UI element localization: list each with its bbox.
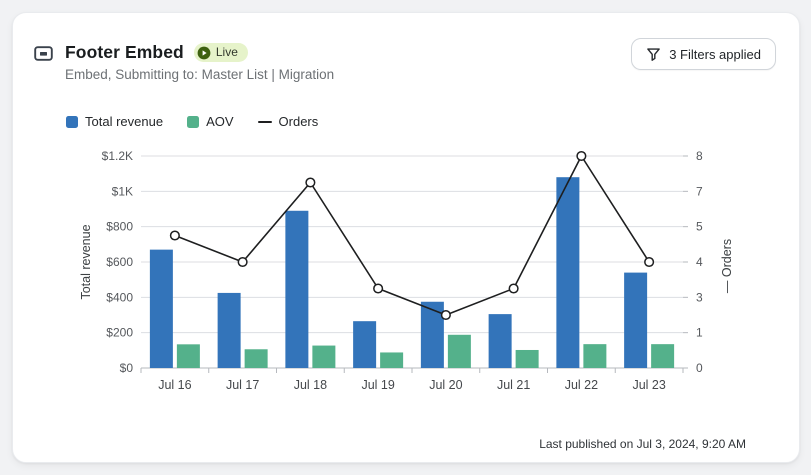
- right-axis-title: — Orders: [720, 239, 734, 293]
- revenue-bar[interactable]: [556, 177, 579, 368]
- combo-chart-svg: $0 0 $200 1 $400 3 $600 4 $800 5 $1K 7 $1.2K 8 Jul 16 J…: [76, 143, 746, 405]
- x-axis-label: Jul 22: [565, 378, 598, 392]
- orders-point[interactable]: [509, 284, 518, 293]
- filters-applied-button[interactable]: 3 Filters applied: [631, 38, 776, 70]
- legend-swatch: [66, 116, 78, 128]
- aov-bar[interactable]: [177, 344, 200, 368]
- page-background: { "header": { "icon": "footer-embed-icon…: [0, 0, 811, 475]
- left-axis-tick-label: $1.2K: [102, 149, 133, 163]
- aov-bar[interactable]: [651, 344, 674, 368]
- legend-item-orders[interactable]: Orders: [258, 114, 319, 129]
- aov-bar[interactable]: [312, 346, 335, 368]
- orders-point[interactable]: [238, 258, 247, 267]
- right-axis-tick-label: 1: [696, 326, 703, 340]
- x-axis-label: Jul 21: [497, 378, 530, 392]
- left-axis-tick-label: $600: [106, 255, 133, 269]
- x-axis-label: Jul 23: [632, 378, 665, 392]
- play-icon: [197, 46, 211, 60]
- report-card: Footer Embed Live Embed, Submitting to: …: [12, 12, 800, 463]
- orders-point[interactable]: [577, 152, 586, 161]
- right-axis-tick-label: 8: [696, 149, 703, 163]
- filter-funnel-icon: [646, 47, 661, 62]
- orders-point[interactable]: [645, 258, 654, 267]
- chart-legend: Total revenue AOV Orders: [66, 114, 318, 129]
- left-axis-tick-label: $400: [106, 290, 133, 304]
- legend-swatch: [187, 116, 199, 128]
- x-axis-label: Jul 18: [294, 378, 327, 392]
- revenue-bar[interactable]: [150, 250, 173, 368]
- aov-bar[interactable]: [245, 349, 268, 368]
- legend-label: Total revenue: [85, 114, 163, 129]
- aov-bar[interactable]: [380, 352, 403, 368]
- aov-bar[interactable]: [448, 335, 471, 368]
- left-axis-tick-label: $1K: [112, 184, 133, 198]
- right-axis-tick-label: 7: [696, 184, 703, 198]
- status-badge-label: Live: [216, 45, 238, 60]
- x-axis-label: Jul 20: [429, 378, 462, 392]
- subtitle: Embed, Submitting to: Master List | Migr…: [65, 67, 334, 82]
- left-axis-title: Total revenue: [79, 224, 93, 299]
- page-title: Footer Embed: [65, 42, 184, 63]
- orders-point[interactable]: [171, 231, 180, 240]
- left-axis-tick-label: $0: [120, 361, 134, 375]
- right-axis-tick-label: 5: [696, 220, 703, 234]
- right-axis-tick-label: 0: [696, 361, 703, 375]
- orders-point[interactable]: [374, 284, 383, 293]
- last-published: Last published on Jul 3, 2024, 9:20 AM: [539, 437, 746, 451]
- legend-item-total-revenue[interactable]: Total revenue: [66, 114, 163, 129]
- orders-point[interactable]: [442, 311, 451, 320]
- footer-embed-icon: [34, 46, 53, 61]
- x-axis-label: Jul 17: [226, 378, 259, 392]
- header-text: Footer Embed Live Embed, Submitting to: …: [65, 42, 334, 82]
- revenue-bar[interactable]: [489, 314, 512, 368]
- right-axis-tick-label: 3: [696, 290, 703, 304]
- chart-area: $0 0 $200 1 $400 3 $600 4 $800 5 $1K 7 $1.2K 8 Jul 16 J…: [76, 143, 746, 405]
- filters-button-label: 3 Filters applied: [669, 47, 761, 62]
- revenue-bar[interactable]: [624, 273, 647, 368]
- legend-label: AOV: [206, 114, 233, 129]
- legend-label: Orders: [279, 114, 319, 129]
- x-axis-label: Jul 16: [158, 378, 191, 392]
- aov-bar[interactable]: [583, 344, 606, 368]
- legend-item-aov[interactable]: AOV: [187, 114, 233, 129]
- status-badge: Live: [194, 43, 248, 62]
- left-axis-tick-label: $800: [106, 220, 133, 234]
- x-axis-label: Jul 19: [361, 378, 394, 392]
- revenue-bar[interactable]: [285, 211, 308, 368]
- legend-line-marker: [258, 121, 272, 123]
- left-axis-tick-label: $200: [106, 326, 133, 340]
- aov-bar[interactable]: [516, 350, 539, 368]
- orders-point[interactable]: [306, 178, 315, 187]
- revenue-bar[interactable]: [421, 302, 444, 368]
- revenue-bar[interactable]: [353, 321, 376, 368]
- right-axis-tick-label: 4: [696, 255, 703, 269]
- revenue-bar[interactable]: [218, 293, 241, 368]
